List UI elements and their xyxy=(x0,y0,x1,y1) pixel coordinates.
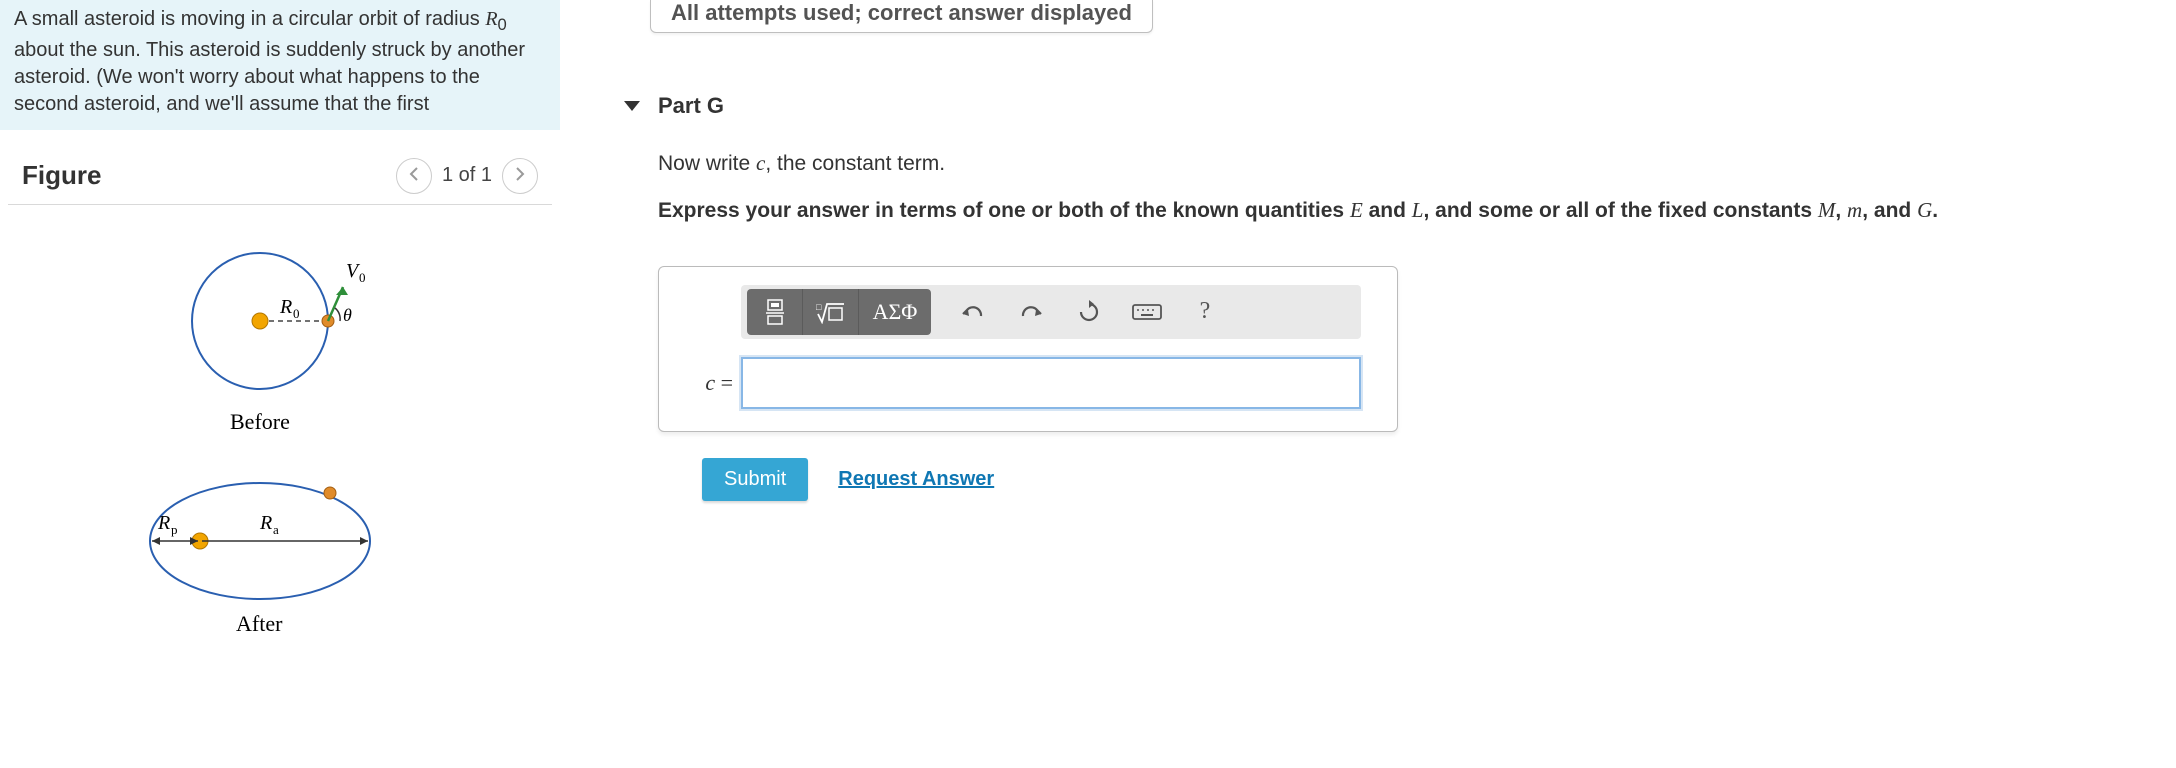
submit-button[interactable]: Submit xyxy=(702,458,808,501)
label-after: After xyxy=(236,611,283,636)
svg-text:□: □ xyxy=(816,302,822,312)
figure-prev-button[interactable] xyxy=(396,158,432,194)
fraction-template-button[interactable] xyxy=(747,289,803,335)
figure-title: Figure xyxy=(22,160,101,191)
answer-box: □ ΑΣΦ xyxy=(658,266,1398,432)
figure-image: R 0 V 0 θ Before R p R a After xyxy=(0,205,560,641)
undo-button[interactable] xyxy=(957,296,989,328)
answer-input[interactable] xyxy=(741,357,1361,409)
collapse-caret-icon xyxy=(624,101,640,111)
figure-pager-label: 1 of 1 xyxy=(442,164,492,187)
label-Rp: R xyxy=(157,512,170,534)
part-header[interactable]: Part G xyxy=(624,93,2146,119)
part-title: Part G xyxy=(658,93,724,119)
label-before: Before xyxy=(230,409,290,434)
label-Ra: R xyxy=(259,512,272,534)
svg-text:0: 0 xyxy=(293,306,300,321)
svg-text:p: p xyxy=(171,522,178,537)
chevron-right-icon xyxy=(514,164,526,187)
status-banner: All attempts used; correct answer displa… xyxy=(650,0,1153,33)
label-theta: θ xyxy=(343,305,352,325)
problem-statement: A small asteroid is moving in a circular… xyxy=(0,0,560,130)
svg-text:0: 0 xyxy=(359,270,366,285)
sqrt-template-button[interactable]: □ xyxy=(803,289,859,335)
reset-button[interactable] xyxy=(1073,296,1105,328)
figure-next-button[interactable] xyxy=(502,158,538,194)
label-R0: R xyxy=(279,296,292,318)
chevron-left-icon xyxy=(408,164,420,187)
help-button[interactable]: ? xyxy=(1189,296,1221,328)
figure-pager: 1 of 1 xyxy=(396,158,538,194)
request-answer-link[interactable]: Request Answer xyxy=(838,468,994,491)
equation-toolbar: □ ΑΣΦ xyxy=(741,285,1361,339)
part-hint: Express your answer in terms of one or b… xyxy=(658,196,2098,225)
svg-text:a: a xyxy=(273,522,279,537)
greek-letters-button[interactable]: ΑΣΦ xyxy=(859,289,931,335)
answer-lhs: c = xyxy=(681,370,741,396)
part-prompt: Now write c, the constant term. xyxy=(658,149,2146,178)
redo-button[interactable] xyxy=(1015,296,1047,328)
keyboard-button[interactable] xyxy=(1131,296,1163,328)
